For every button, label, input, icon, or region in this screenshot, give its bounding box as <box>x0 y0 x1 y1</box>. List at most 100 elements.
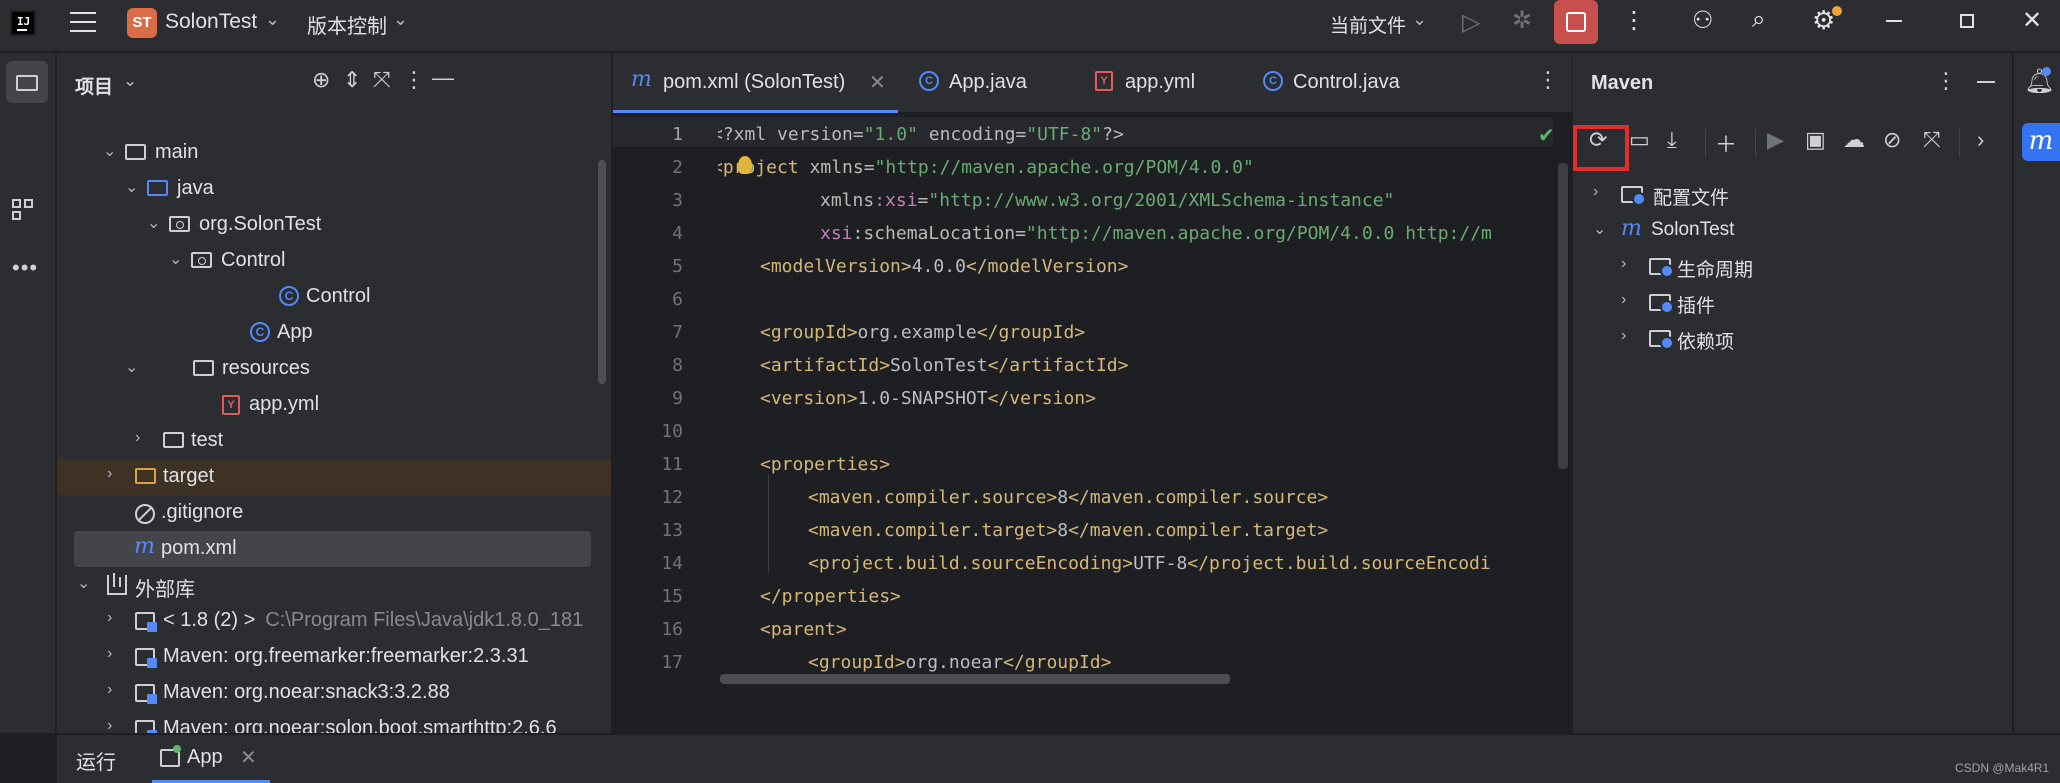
close-icon[interactable]: ✕ <box>869 70 886 95</box>
project-name[interactable]: SolonTest <box>165 10 257 34</box>
add-icon[interactable]: ＋ <box>1715 127 1737 159</box>
tree-item[interactable]: › Maven: org.noear:snack3:3.2.88 <box>57 675 611 711</box>
debug-icon[interactable]: ✲ <box>1512 6 1532 35</box>
chevron-down-icon[interactable]: ⌄ <box>103 141 116 161</box>
chevron-right-icon[interactable]: › <box>107 609 112 627</box>
hide-panel-icon[interactable] <box>1977 81 1995 83</box>
indent-guide <box>768 474 769 574</box>
chevron-down-icon[interactable]: ⌄ <box>123 71 137 91</box>
close-icon[interactable]: ✕ <box>240 745 257 770</box>
locate-icon[interactable]: ⊕ <box>312 67 330 93</box>
hide-panel-icon[interactable]: — <box>432 65 454 91</box>
editor-horizontal-scrollbar[interactable] <box>720 674 1230 684</box>
run-tab-app[interactable]: App <box>187 746 223 769</box>
tree-item-label: Maven: org.noear:solon.boot.smarthttp:2.… <box>163 717 557 733</box>
scrollbar[interactable] <box>598 160 606 384</box>
skip-tests-icon[interactable]: ⊘ <box>1883 127 1901 153</box>
stop-button[interactable] <box>1554 0 1598 44</box>
chevron-down-icon[interactable]: ⌄ <box>169 249 182 269</box>
code-area[interactable]: <?xml version="1.0" encoding="UTF-8"?> <… <box>718 114 1558 674</box>
intention-bulb-icon[interactable] <box>738 156 752 174</box>
chevron-down-icon[interactable]: ⌄ <box>393 9 408 30</box>
tree-item[interactable]: › < 1.8 (2) > C:\Program Files\Java\jdk1.… <box>57 603 611 639</box>
chevron-down-icon[interactable]: ⌄ <box>77 573 90 593</box>
download-icon[interactable]: ⤓ <box>1667 127 1677 153</box>
chevron-right-icon[interactable]: › <box>1621 327 1626 345</box>
tab-control-java[interactable]: C Control.java <box>1263 53 1433 113</box>
chevron-down-icon[interactable]: ⌄ <box>147 213 160 233</box>
chevron-right-icon[interactable]: › <box>1621 255 1626 273</box>
maven-tree-item[interactable]: › 生命周期 <box>1573 249 2013 285</box>
tab-pom-xml[interactable]: m pom.xml (SolonTest) ✕ <box>613 53 898 113</box>
tree-item[interactable]: › Maven: org.noear:solon.boot.smarthttp:… <box>57 711 611 733</box>
tree-item[interactable]: Y app.yml <box>57 387 611 423</box>
line-number: 3 <box>672 190 683 211</box>
tree-item-label: 配置文件 <box>1653 188 1730 209</box>
structure-icon[interactable] <box>12 199 36 223</box>
more-horizontal-icon[interactable]: ••• <box>12 255 38 281</box>
tab-app-java[interactable]: C App.java <box>913 53 1053 113</box>
chevron-right-icon[interactable]: › <box>107 645 112 663</box>
run-icon[interactable]: ▷ <box>1462 8 1480 37</box>
expand-all-icon[interactable]: ⇕ <box>343 67 361 93</box>
more-vertical-icon[interactable]: ⋮ <box>1622 6 1646 35</box>
chevron-down-icon[interactable]: ⌄ <box>265 9 280 30</box>
maven-tree-item[interactable]: › 插件 <box>1573 285 2013 321</box>
chevron-right-icon[interactable]: › <box>1977 127 1984 153</box>
chevron-right-icon[interactable]: › <box>107 681 112 699</box>
reimport-folder-icon[interactable]: ▭ <box>1629 127 1650 153</box>
offline-mode-icon[interactable]: ☁ <box>1843 127 1865 153</box>
editor-scrollbar[interactable] <box>1558 163 1568 469</box>
tree-item[interactable]: › test <box>57 423 611 459</box>
tree-item[interactable]: ⌄ java <box>57 171 611 207</box>
tree-item-label: 生命周期 <box>1677 260 1754 281</box>
collapse-all-icon[interactable]: ⤧ <box>373 67 391 93</box>
add-user-icon[interactable]: ⚇ <box>1692 6 1714 35</box>
tree-item[interactable]: ⌄ Control <box>57 243 611 279</box>
tree-item-label: SolonTest <box>1651 219 1735 240</box>
minimize-button[interactable] <box>1886 20 1902 22</box>
more-vertical-icon[interactable]: ⋮ <box>1537 67 1559 93</box>
main-menu-icon[interactable] <box>70 12 96 34</box>
chevron-right-icon[interactable]: › <box>107 465 112 483</box>
tab-app-yml[interactable]: Y app.yml <box>1095 53 1225 113</box>
tree-item-selected[interactable]: m pom.xml <box>74 531 591 567</box>
close-icon[interactable]: ✕ <box>2022 6 2042 35</box>
maven-tool-button[interactable]: m <box>2022 123 2060 161</box>
panel-title[interactable]: 项目 <box>75 72 113 99</box>
tree-item[interactable]: .gitignore <box>57 495 611 531</box>
more-vertical-icon[interactable]: ⋮ <box>1935 68 1957 94</box>
code-line: <parent> <box>760 619 847 640</box>
tree-item[interactable]: C App <box>57 315 611 351</box>
tree-item[interactable]: › target <box>57 459 611 495</box>
maven-tree-item[interactable]: › 配置文件 <box>1573 177 2013 213</box>
line-gutter: 1 2 3 4 5 6 7 8 9 10 11 12 13 14 15 16 1… <box>613 114 703 674</box>
chevron-down-icon[interactable]: ⌄ <box>125 177 138 197</box>
chevron-right-icon[interactable]: › <box>107 717 112 733</box>
project-badge[interactable]: ST <box>127 8 157 38</box>
tree-item[interactable]: ⌄ resources <box>57 351 611 387</box>
maven-tree-item[interactable]: ⌄ m SolonTest <box>1573 213 2013 249</box>
vcs-menu[interactable]: 版本控制 <box>307 10 387 39</box>
chevron-down-icon[interactable]: ⌄ <box>125 357 138 377</box>
chevron-right-icon[interactable]: › <box>135 429 140 447</box>
maven-tree-item[interactable]: › 依赖项 <box>1573 321 2013 357</box>
tree-item[interactable]: ⌄ org.SolonTest <box>57 207 611 243</box>
chevron-right-icon[interactable]: › <box>1621 291 1626 309</box>
chevron-down-icon[interactable]: ⌄ <box>1593 219 1606 239</box>
chevron-right-icon[interactable]: › <box>1593 183 1598 201</box>
run-icon[interactable]: ▶ <box>1767 127 1784 153</box>
run-label[interactable]: 运行 <box>76 746 116 775</box>
more-vertical-icon[interactable]: ⋮ <box>403 67 425 93</box>
collapse-all-icon[interactable]: ⤧ <box>1923 127 1941 153</box>
tree-item[interactable]: › Maven: org.freemarker:freemarker:2.3.3… <box>57 639 611 675</box>
chevron-down-icon[interactable]: ⌄ <box>1412 9 1427 30</box>
reload-all-maven-projects-icon[interactable]: ⟳ <box>1589 127 1607 153</box>
execute-goal-icon[interactable]: ▣ <box>1805 127 1826 153</box>
tree-item[interactable]: ⌄ 外部库 <box>57 567 611 603</box>
maximize-button[interactable] <box>1960 14 1974 28</box>
search-icon[interactable]: ⌕ <box>1752 6 1765 34</box>
tree-item[interactable]: ⌄ main <box>57 135 611 171</box>
tree-item[interactable]: C Control <box>57 279 611 315</box>
run-config-selector[interactable]: 当前文件 <box>1330 11 1406 38</box>
